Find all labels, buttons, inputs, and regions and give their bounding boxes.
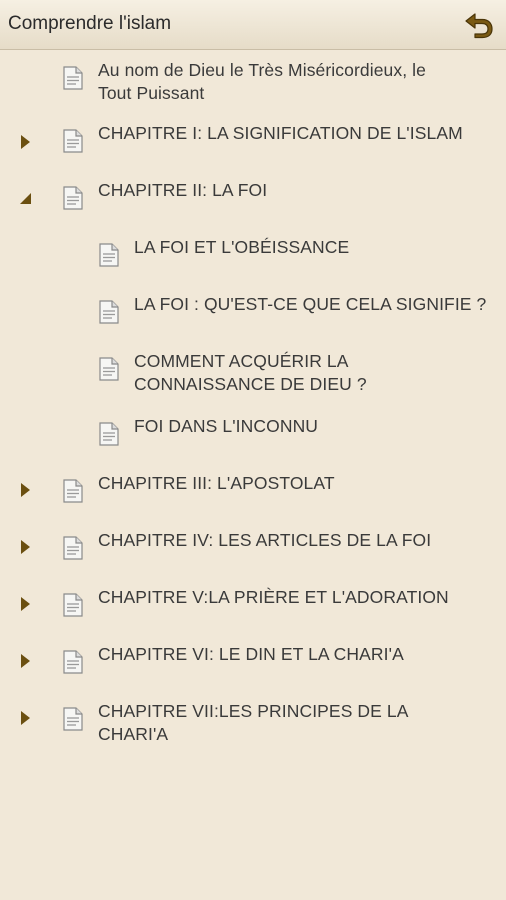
expand-arrow-icon[interactable] — [18, 482, 34, 498]
back-button[interactable] — [460, 6, 498, 44]
toc-item[interactable]: CHAPITRE III: L'APOSTOLAT — [0, 455, 506, 512]
document-icon — [63, 536, 83, 560]
document-icon — [63, 129, 83, 153]
toc-item[interactable]: CHAPITRE VI: LE DIN ET LA CHARI'A — [0, 626, 506, 683]
toc-item-label: LA FOI : QU'EST-CE QUE CELA SIGNIFIE ? — [134, 294, 487, 314]
undo-arrow-icon — [465, 13, 493, 39]
toc-subitem[interactable]: LA FOI : QU'EST-CE QUE CELA SIGNIFIE ? — [0, 278, 506, 335]
app-title: Comprendre l'islam — [8, 13, 172, 34]
toc-item[interactable]: Au nom de Dieu le Très Miséricordieux, l… — [0, 50, 506, 107]
toc-item-label: Au nom de Dieu le Très Miséricordieux, l… — [98, 60, 426, 103]
toc-item-label: CHAPITRE VII:LES PRINCIPES DE LA CHARI'A — [98, 701, 409, 744]
toc-item-label: COMMENT ACQUÉRIR LA CONNAISSANCE DE DIEU… — [134, 351, 367, 394]
document-icon — [63, 707, 83, 731]
collapse-arrow-icon[interactable] — [18, 190, 34, 206]
document-icon — [99, 422, 119, 446]
toc-item[interactable]: CHAPITRE V:LA PRIÈRE ET L'ADORATION — [0, 569, 506, 626]
toc-item-label: CHAPITRE I: LA SIGNIFICATION DE L'ISLAM — [98, 123, 463, 143]
toc-item[interactable]: CHAPITRE II: LA FOI — [0, 164, 506, 221]
toc-item[interactable]: CHAPITRE VII:LES PRINCIPES DE LA CHARI'A — [0, 683, 506, 753]
expand-arrow-icon[interactable] — [18, 134, 34, 150]
document-icon — [63, 593, 83, 617]
toc-subitem[interactable]: COMMENT ACQUÉRIR LA CONNAISSANCE DE DIEU… — [0, 335, 506, 398]
document-icon — [63, 479, 83, 503]
toc-item[interactable]: CHAPITRE I: LA SIGNIFICATION DE L'ISLAM — [0, 107, 506, 164]
expand-arrow-icon[interactable] — [18, 596, 34, 612]
toc-item-label: CHAPITRE IV: LES ARTICLES DE LA FOI — [98, 530, 432, 550]
expand-arrow-icon[interactable] — [18, 710, 34, 726]
toc-item-label: CHAPITRE II: LA FOI — [98, 180, 268, 200]
toc-item-label: CHAPITRE III: L'APOSTOLAT — [98, 473, 335, 493]
toc-subitem[interactable]: FOI DANS L'INCONNU — [0, 398, 506, 455]
action-bar: Comprendre l'islam — [0, 0, 506, 50]
toc-item-label: CHAPITRE VI: LE DIN ET LA CHARI'A — [98, 644, 404, 664]
document-icon — [99, 300, 119, 324]
document-icon — [99, 243, 119, 267]
document-icon — [63, 186, 83, 210]
expand-arrow-icon[interactable] — [18, 653, 34, 669]
expand-arrow-icon[interactable] — [18, 539, 34, 555]
document-icon — [63, 650, 83, 674]
toc-item-label: LA FOI ET L'OBÉISSANCE — [134, 237, 350, 257]
toc-subitem[interactable]: LA FOI ET L'OBÉISSANCE — [0, 221, 506, 278]
toc-item-label: CHAPITRE V:LA PRIÈRE ET L'ADORATION — [98, 587, 449, 607]
document-icon — [99, 357, 119, 381]
toc-item[interactable]: CHAPITRE IV: LES ARTICLES DE LA FOI — [0, 512, 506, 569]
document-icon — [63, 66, 83, 90]
toc-item-label: FOI DANS L'INCONNU — [134, 416, 319, 436]
